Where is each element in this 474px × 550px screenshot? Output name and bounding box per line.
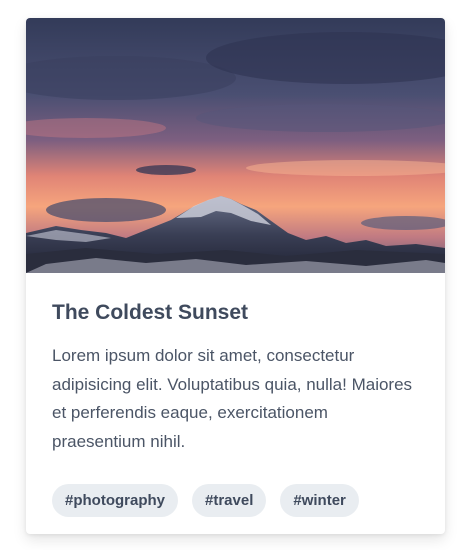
tag-travel[interactable]: #travel [192,484,267,517]
mountain-sunset-image [26,18,445,273]
tag-list: #photography #travel #winter [52,484,359,517]
card-body: The Coldest Sunset Lorem ipsum dolor sit… [26,273,445,456]
card: The Coldest Sunset Lorem ipsum dolor sit… [26,18,445,534]
tag-photography[interactable]: #photography [52,484,178,517]
tag-winter[interactable]: #winter [280,484,359,517]
card-description: Lorem ipsum dolor sit amet, consectetur … [52,346,413,451]
card-title: The Coldest Sunset [52,301,249,324]
